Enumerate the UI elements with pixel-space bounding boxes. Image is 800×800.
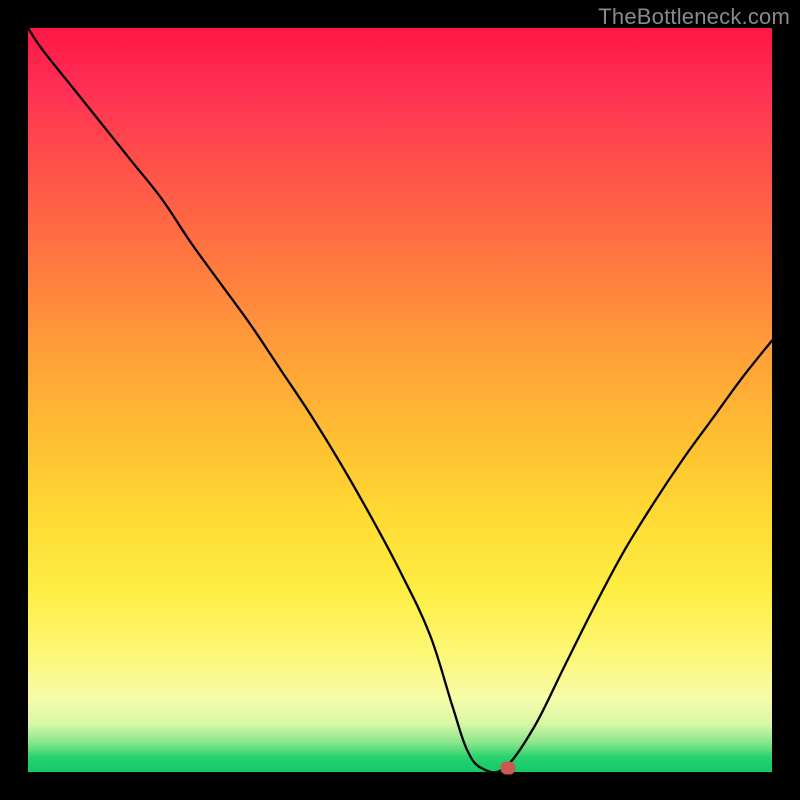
watermark-text: TheBottleneck.com — [598, 4, 790, 30]
plot-area — [28, 28, 772, 772]
bottleneck-curve — [28, 28, 772, 772]
optimal-point-marker — [500, 762, 515, 775]
chart-frame: TheBottleneck.com — [0, 0, 800, 800]
